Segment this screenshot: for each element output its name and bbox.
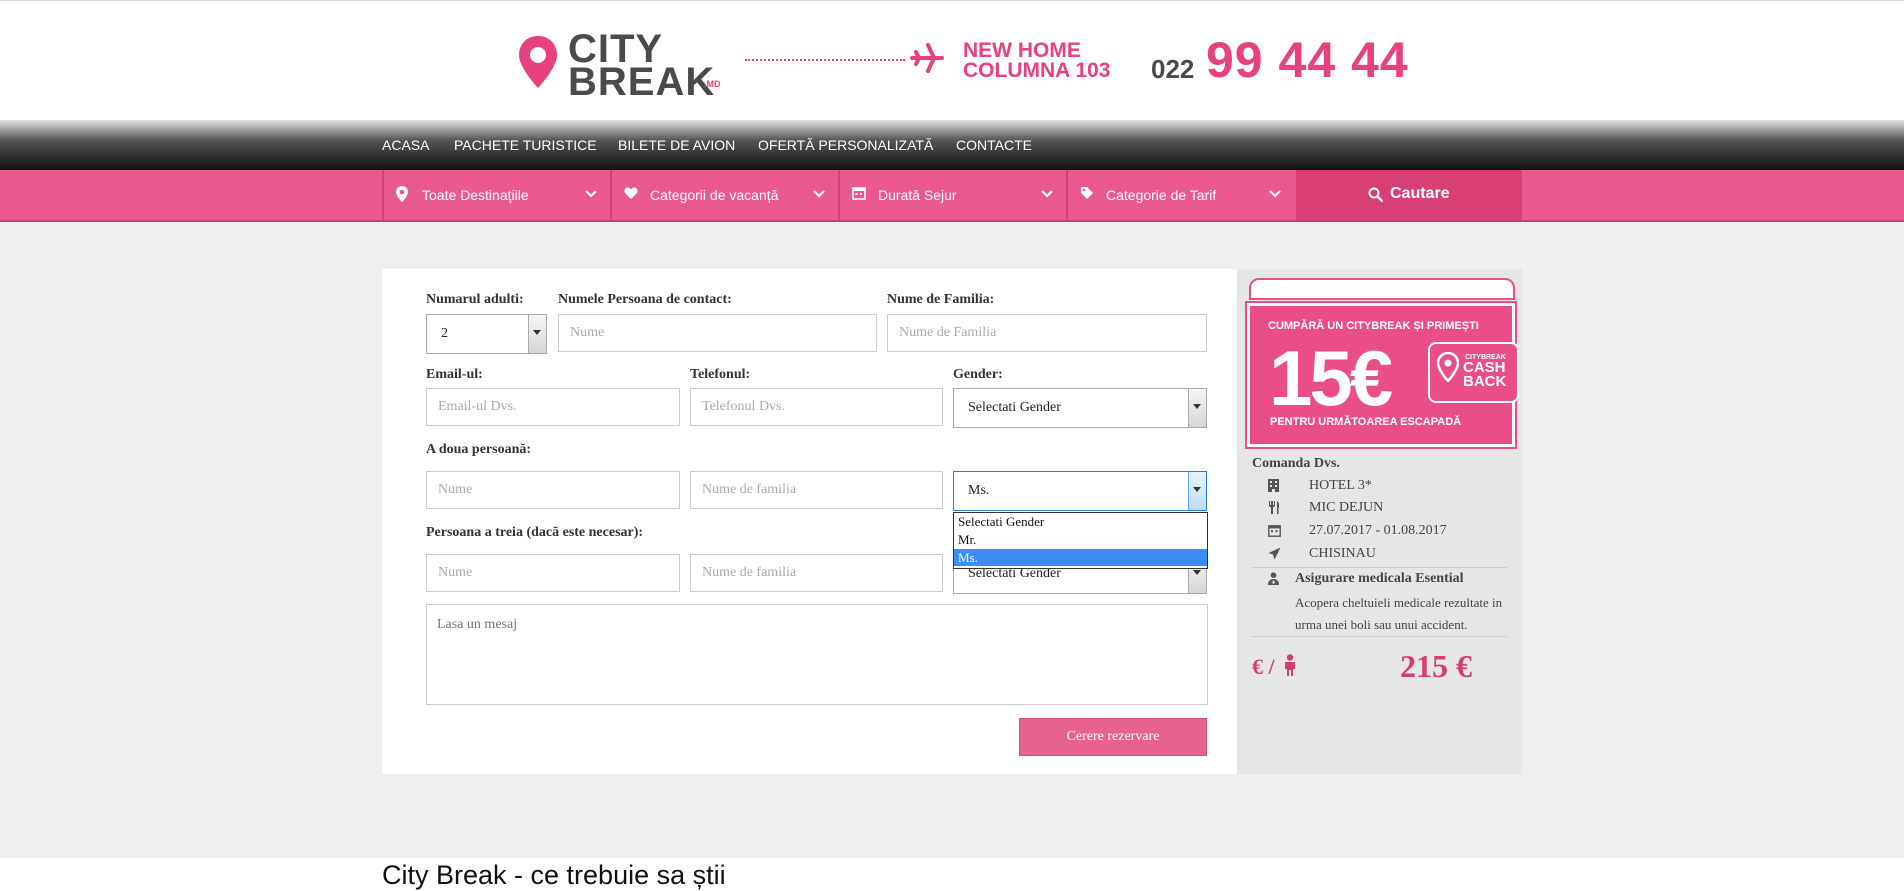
insurance-title: Asigurare medicala Esential: [1295, 571, 1464, 586]
location-pin-logo-icon[interactable]: [517, 34, 559, 90]
chevron-down-icon: [813, 190, 825, 198]
filter-vacation-categories-label: Categorii de vacanță: [650, 187, 779, 203]
logo-line2: BREAK: [568, 60, 716, 104]
price-unit: € /: [1252, 654, 1275, 679]
gender-option-select[interactable]: Selectati Gender: [954, 513, 1207, 530]
filter-vacation-categories[interactable]: Categorii de vacanță: [610, 170, 837, 220]
location-pin-icon: [1437, 352, 1459, 382]
gender-label: Gender:: [953, 367, 1003, 382]
building-icon: [1268, 479, 1279, 492]
second-gender-value: Ms.: [968, 483, 990, 498]
chevron-down-icon: [1269, 190, 1281, 198]
nav-item-contacte[interactable]: CONTACTE: [956, 137, 1032, 153]
phone-prefix: 022: [1151, 54, 1195, 84]
banner-ticket-top: [1249, 278, 1515, 300]
second-person-label: A doua persoană:: [426, 442, 532, 457]
second-gender-select[interactable]: Ms.: [953, 471, 1207, 511]
filter-duration-label: Durată Sejur: [878, 187, 957, 203]
price-divider: [1252, 636, 1507, 637]
tag-icon: [1081, 187, 1093, 199]
filter-price-category-label: Categorie de Tarif: [1106, 187, 1217, 203]
logo-wordmark[interactable]: CITY BREAK: [568, 29, 716, 104]
dropdown-arrow-icon[interactable]: [1188, 389, 1206, 427]
person-icon: [1285, 654, 1296, 676]
second-family-input[interactable]: [690, 471, 943, 509]
chevron-down-icon: [1041, 190, 1053, 198]
gender-option-mr[interactable]: Mr.: [954, 531, 1207, 548]
cashback-text: CASH BACK: [1463, 360, 1507, 390]
third-name-input[interactable]: [426, 554, 680, 592]
calendar-icon: [852, 187, 866, 200]
medic-user-icon: [1268, 572, 1279, 585]
email-label: Email-ul:: [426, 367, 483, 382]
gender-option-ms[interactable]: Ms.: [954, 549, 1207, 566]
email-input[interactable]: [426, 388, 680, 426]
address-line2: COLUMNA 103: [963, 59, 1111, 82]
search-button-label: Cautare: [1390, 185, 1450, 202]
nav-item-acasa[interactable]: ACASA: [382, 137, 429, 153]
adults-value: 2: [441, 326, 448, 341]
search-icon: [1368, 187, 1383, 202]
order-departure: CHISINAU: [1309, 546, 1376, 561]
order-hotel: HOTEL 3*: [1309, 478, 1372, 493]
filter-destinations[interactable]: Toate Destinaţiile: [382, 170, 609, 220]
insurance-description: Acopera cheltuieli medicale rezultate in…: [1295, 595, 1503, 632]
phone-input[interactable]: [690, 388, 943, 426]
chevron-down-icon: [585, 190, 597, 198]
dropdown-arrow-icon[interactable]: [528, 315, 546, 353]
store-address: NEW HOME COLUMNA 103: [963, 39, 1111, 82]
price-per-person-label: € /: [1252, 654, 1298, 680]
gender-value: Selectati Gender: [968, 400, 1061, 415]
order-meal: MIC DEJUN: [1309, 500, 1384, 515]
nav-item-oferta-personalizata[interactable]: OFERTĂ PERSONALIZATĂ: [758, 137, 933, 153]
cutlery-icon: [1269, 501, 1280, 514]
order-dates: 27.07.2017 - 01.08.2017: [1309, 523, 1447, 538]
main-navigation: ACASA PACHETE TURISTICE BILETE DE AVION …: [0, 120, 1904, 170]
family-name-input[interactable]: [887, 314, 1207, 352]
logo-suffix: .MD: [704, 79, 721, 89]
calendar-icon: [1268, 525, 1281, 537]
gender-dropdown-list: Selectati Gender Mr. Ms.: [953, 512, 1208, 569]
filter-price-category[interactable]: Categorie de Tarif: [1066, 170, 1293, 220]
order-divider: [1252, 567, 1507, 568]
cashback-line2: BACK: [1463, 373, 1507, 390]
filter-duration[interactable]: Durată Sejur: [838, 170, 1065, 220]
nav-item-bilete-de-avion[interactable]: BILETE DE AVION: [618, 137, 735, 153]
info-section-title: City Break - ce trebuie sa știi: [382, 860, 726, 890]
search-button[interactable]: Cautare: [1296, 170, 1522, 220]
submit-reservation-button[interactable]: Cerere rezervare: [1019, 718, 1207, 756]
airplane-icon: [910, 43, 944, 73]
search-filter-bar: Toate Destinaţiile Categorii de vacanță …: [0, 170, 1904, 222]
banner-bottom-text: PENTRU URMĂTOAREA ESCAPADĂ: [1270, 416, 1462, 428]
adults-select[interactable]: 2: [426, 314, 547, 354]
contact-name-label: Numele Persoana de contact:: [558, 292, 732, 307]
message-textarea[interactable]: [426, 604, 1208, 705]
phone-number[interactable]: 99 44 44: [1206, 31, 1409, 89]
adults-label: Numarul adulti:: [426, 292, 524, 307]
second-name-input[interactable]: [426, 471, 680, 509]
dropdown-arrow-icon[interactable]: [1188, 472, 1206, 510]
family-name-label: Nume de Familia:: [887, 292, 995, 307]
gender-select[interactable]: Selectati Gender: [953, 388, 1207, 428]
banner-amount: 15€: [1269, 334, 1393, 422]
contact-name-input[interactable]: [558, 314, 877, 352]
third-person-label: Persoana a treia (dacă este necesar):: [426, 525, 644, 540]
info-section: [0, 858, 1904, 891]
nav-item-pachete-turistice[interactable]: PACHETE TURISTICE: [454, 137, 597, 153]
site-header: CITY BREAK .MD NEW HOME COLUMNA 103 022 …: [0, 0, 1904, 121]
total-price: 215 €: [1400, 648, 1472, 684]
map-marker-icon: [396, 186, 408, 202]
dotted-divider: [745, 59, 905, 61]
phone-label: Telefonul:: [690, 367, 751, 382]
filter-destinations-label: Toate Destinaţiile: [422, 187, 529, 203]
banner-top-text: CUMPĂRĂ UN CITYBREAK ȘI PRIMEȘTI: [1268, 320, 1479, 332]
heart-icon: [624, 187, 638, 199]
address-line1: NEW HOME: [963, 39, 1081, 62]
plane-icon: [1268, 547, 1281, 560]
third-family-input[interactable]: [690, 554, 943, 592]
order-title: Comanda Dvs.: [1252, 456, 1340, 471]
